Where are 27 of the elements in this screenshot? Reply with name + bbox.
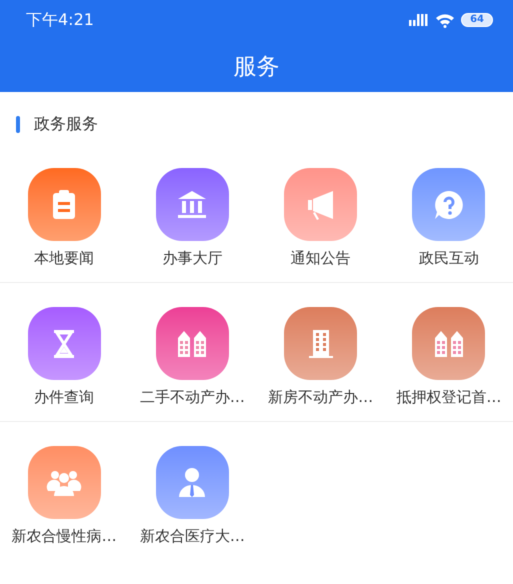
service-icon[interactable] bbox=[284, 168, 358, 241]
service-label[interactable]: 新房不动产办… bbox=[268, 388, 374, 407]
service-label[interactable]: 新农合医疗大… bbox=[140, 527, 245, 546]
service-label[interactable]: 办件查询 bbox=[34, 388, 94, 407]
service-label[interactable]: 通知公告 bbox=[290, 249, 351, 268]
service-icon[interactable] bbox=[412, 168, 486, 241]
service-label[interactable]: 政民互动 bbox=[418, 249, 479, 268]
service-label[interactable]: 办事大厅 bbox=[162, 249, 222, 268]
service-icon[interactable] bbox=[28, 446, 101, 519]
signal-icon bbox=[409, 14, 430, 26]
service-icon[interactable] bbox=[156, 446, 229, 519]
service-label[interactable]: 本地要闻 bbox=[34, 249, 94, 268]
page-title: 服务 bbox=[232, 52, 280, 82]
section-marker bbox=[16, 116, 20, 132]
service-icon[interactable] bbox=[412, 307, 486, 380]
service-icon[interactable] bbox=[156, 168, 229, 241]
service-label[interactable]: 二手不动产办… bbox=[140, 388, 245, 407]
service-icon[interactable] bbox=[284, 307, 358, 380]
section-title: 政务服务 bbox=[34, 114, 98, 134]
service-label[interactable]: 新农合慢性病… bbox=[12, 527, 117, 546]
status-time: 下午4:21 bbox=[26, 10, 95, 30]
wifi-icon bbox=[435, 12, 456, 28]
battery-level: 64 bbox=[461, 13, 493, 27]
service-label[interactable]: 抵押权登记首… bbox=[396, 388, 502, 407]
service-icon[interactable] bbox=[28, 307, 101, 380]
service-icon[interactable] bbox=[156, 307, 229, 380]
service-icon[interactable] bbox=[28, 168, 101, 241]
